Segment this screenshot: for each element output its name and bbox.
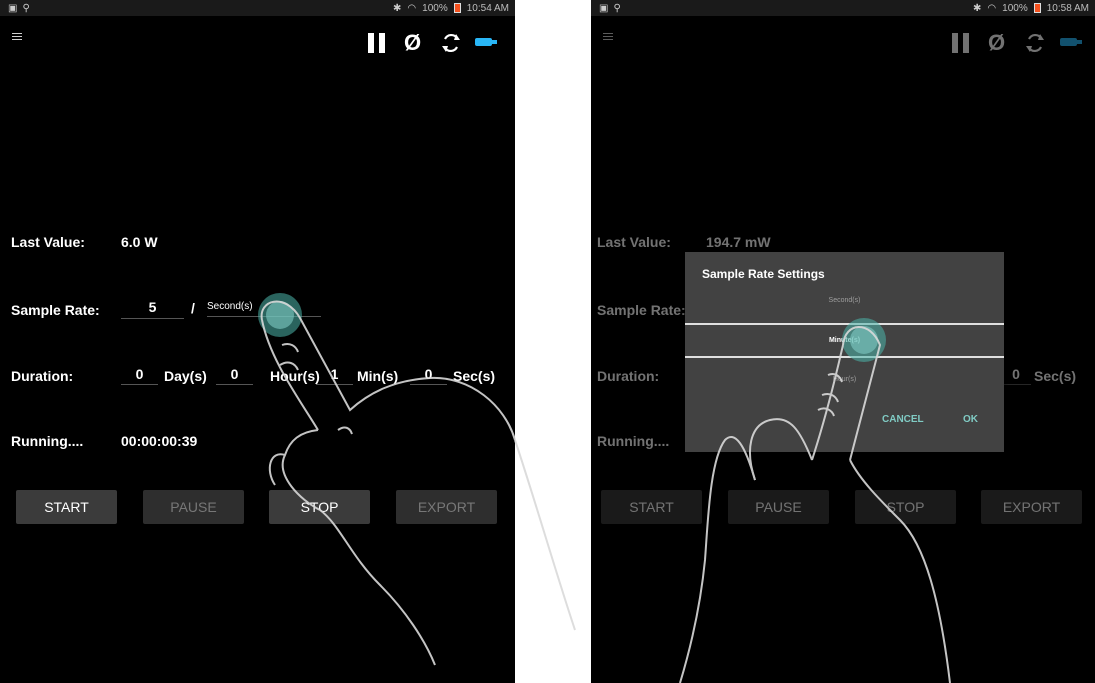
picker-option-minutes[interactable]: Minute(s) <box>685 337 1004 344</box>
battery-icon <box>1033 3 1041 13</box>
battery-percent: 100% <box>422 2 448 14</box>
null-icon[interactable]: Ø <box>404 32 421 54</box>
duration-hours-input[interactable]: 0 <box>216 366 253 385</box>
menu-icon[interactable] <box>603 33 613 42</box>
pause-icon[interactable] <box>368 33 385 53</box>
duration-secs-input[interactable]: 0 <box>1001 366 1031 385</box>
sample-rate-unit-spinner[interactable]: Second(s) <box>207 301 321 317</box>
picker-divider-bottom <box>685 356 1004 358</box>
phone-screen-left: ▣ ⚲ ✱ ◠ 100% 10:54 AM Ø Last Value: 6.0 … <box>0 0 515 683</box>
start-button[interactable]: START <box>601 490 702 524</box>
notification-icon: ▣ <box>599 2 609 14</box>
status-bar: ▣ ⚲ ✱ ◠ 100% 10:54 AM <box>0 0 515 16</box>
export-button[interactable]: EXPORT <box>981 490 1082 524</box>
pause-icon[interactable] <box>952 33 969 53</box>
plug-icon[interactable] <box>1060 38 1082 46</box>
plug-icon[interactable] <box>475 38 497 46</box>
battery-percent: 100% <box>1002 2 1028 14</box>
running-label: Running.... <box>11 433 84 449</box>
menu-icon[interactable] <box>12 33 22 42</box>
duration-days-input[interactable]: 0 <box>121 366 158 385</box>
running-time: 00:00:00:39 <box>121 433 198 449</box>
pause-button[interactable]: PAUSE <box>143 490 244 524</box>
bluetooth-icon: ✱ <box>973 2 982 14</box>
duration-label: Duration: <box>11 368 74 384</box>
phone-screen-right: ▣ ⚲ ✱ ◠ 100% 10:58 AM Ø Last Value: 194.… <box>591 0 1095 683</box>
picker-divider-top <box>685 323 1004 325</box>
clock: 10:54 AM <box>466 2 509 14</box>
secs-unit: Sec(s) <box>1034 368 1077 384</box>
cancel-button[interactable]: CANCEL <box>882 414 924 425</box>
last-value-label: Last Value: <box>597 234 671 250</box>
start-button[interactable]: START <box>16 490 117 524</box>
days-unit: Day(s) <box>164 368 207 384</box>
clock: 10:58 AM <box>1046 2 1089 14</box>
duration-mins-input[interactable]: 1 <box>316 366 353 385</box>
stop-button[interactable]: STOP <box>855 490 956 524</box>
sample-rate-separator: / <box>191 300 195 316</box>
refresh-icon[interactable] <box>441 33 461 53</box>
picker-option-seconds[interactable]: Second(s) <box>685 297 1004 304</box>
wifi-icon: ◠ <box>987 2 997 14</box>
last-value: 6.0 W <box>121 234 158 250</box>
sample-rate-label: Sample Rate: <box>11 302 100 318</box>
battery-icon <box>453 3 461 13</box>
usb-icon: ⚲ <box>613 2 621 14</box>
picker-option-hours[interactable]: Hour(s) <box>685 376 1004 383</box>
export-button[interactable]: EXPORT <box>396 490 497 524</box>
sample-rate-dialog: Sample Rate Settings Second(s) Minute(s)… <box>685 252 1004 452</box>
mins-unit: Min(s) <box>357 368 399 384</box>
hours-unit: Hour(s) <box>270 368 320 384</box>
null-icon[interactable]: Ø <box>988 32 1005 54</box>
running-label: Running.... <box>597 433 670 449</box>
last-value: 194.7 mW <box>706 234 771 250</box>
dialog-title: Sample Rate Settings <box>702 267 825 281</box>
sample-rate-input[interactable]: 5 <box>121 299 184 319</box>
duration-secs-input[interactable]: 0 <box>410 366 447 385</box>
duration-label: Duration: <box>597 368 660 384</box>
usb-icon: ⚲ <box>22 2 30 14</box>
wifi-icon: ◠ <box>407 2 417 14</box>
status-bar: ▣ ⚲ ✱ ◠ 100% 10:58 AM <box>591 0 1095 16</box>
pause-button[interactable]: PAUSE <box>728 490 829 524</box>
ok-button[interactable]: OK <box>963 414 978 425</box>
secs-unit: Sec(s) <box>453 368 496 384</box>
notification-icon: ▣ <box>8 2 18 14</box>
refresh-icon[interactable] <box>1025 33 1045 53</box>
sample-rate-label: Sample Rate: <box>597 302 686 318</box>
stop-button[interactable]: STOP <box>269 490 370 524</box>
last-value-label: Last Value: <box>11 234 85 250</box>
bluetooth-icon: ✱ <box>393 2 402 14</box>
